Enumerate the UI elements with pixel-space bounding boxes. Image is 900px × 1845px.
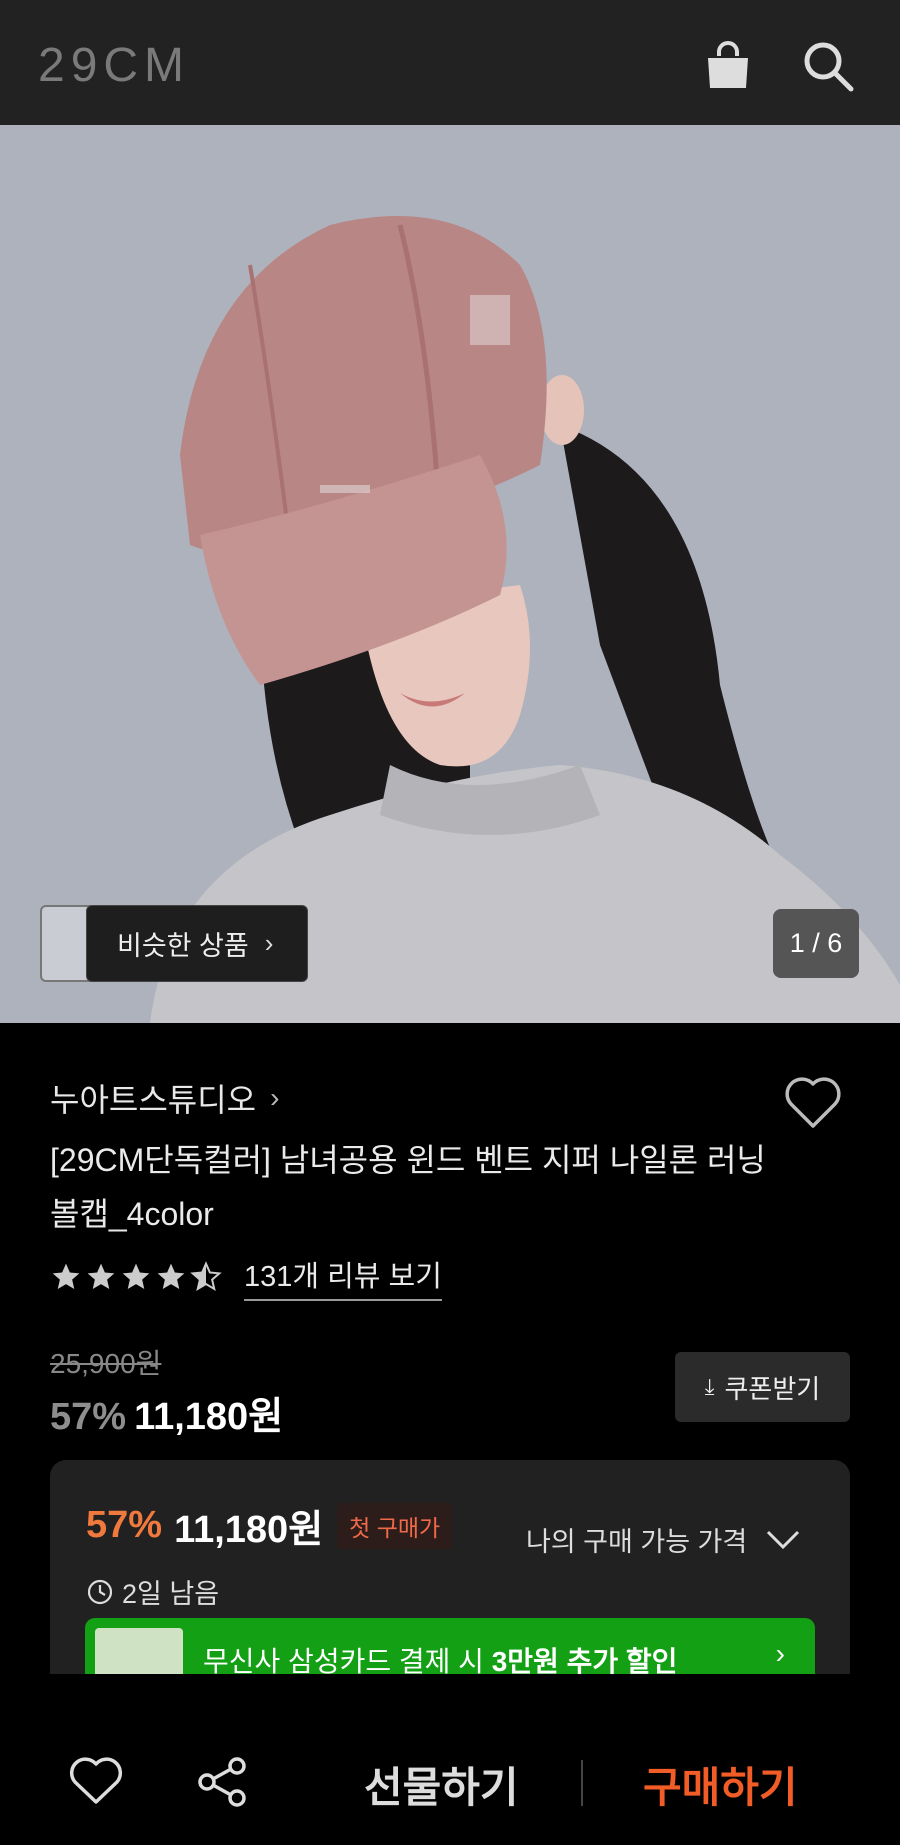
time-remaining-text: 2일 남음 bbox=[122, 1579, 220, 1609]
brand-link[interactable]: 누아트스튜디오 › bbox=[50, 1075, 279, 1121]
clock-icon bbox=[87, 1579, 113, 1604]
product-image[interactable]: 비슷한 상품 › 1 / 6 bbox=[0, 125, 900, 1023]
logo[interactable]: 29CM bbox=[38, 38, 190, 93]
chevron-down-icon bbox=[767, 1530, 800, 1549]
shopping-bag-icon[interactable] bbox=[700, 38, 756, 94]
search-icon[interactable] bbox=[800, 38, 856, 94]
promo-highlight: 3만원 추가 할인 bbox=[491, 1646, 678, 1674]
chevron-right-icon: › bbox=[270, 1082, 280, 1113]
sale-price-row: 57% 11,180원 bbox=[50, 1385, 283, 1440]
coupon-button-label: 쿠폰받기 bbox=[724, 1373, 821, 1404]
chevron-right-icon: › bbox=[264, 928, 274, 958]
promo-text: 무신사 삼성카드 결제 시 3만원 추가 할인 bbox=[203, 1640, 677, 1674]
similar-products-label: 비슷한 상품 bbox=[117, 931, 249, 961]
similar-products[interactable]: 비슷한 상품 › bbox=[40, 905, 309, 982]
card-promo-banner[interactable]: 무신사 삼성카드 결제 시 3만원 추가 할인 › bbox=[85, 1618, 815, 1674]
first-purchase-badge: 첫 구매가 bbox=[337, 1502, 453, 1549]
rating-row: 131개 리뷰 보기 bbox=[50, 1253, 442, 1301]
star-rating bbox=[50, 1261, 222, 1293]
brand-name: 누아트스튜디오 bbox=[50, 1082, 257, 1118]
half-star-icon bbox=[190, 1261, 222, 1292]
download-icon: ⤓ bbox=[704, 1374, 715, 1399]
star-icon bbox=[122, 1263, 150, 1289]
share-icon[interactable] bbox=[195, 1754, 251, 1810]
star-icon bbox=[157, 1263, 185, 1289]
top-header: 29CM bbox=[0, 0, 900, 125]
promo-thumbnail bbox=[95, 1628, 183, 1674]
gift-button[interactable]: 선물하기 bbox=[364, 1754, 519, 1815]
review-link[interactable]: 131개 리뷰 보기 bbox=[244, 1253, 442, 1301]
promo-prefix: 무신사 삼성카드 결제 시 bbox=[203, 1646, 484, 1674]
best-price-row: 57% 11,180원 첫 구매가 bbox=[86, 1498, 453, 1553]
heart-icon[interactable] bbox=[68, 1756, 124, 1806]
star-icon bbox=[52, 1263, 80, 1289]
divider bbox=[581, 1760, 583, 1806]
wishlist-heart-icon[interactable] bbox=[783, 1074, 843, 1130]
my-price-toggle[interactable]: 나의 구매 가능 가격 bbox=[526, 1520, 801, 1559]
discount-rate: 57% bbox=[50, 1396, 127, 1438]
similar-products-button[interactable]: 비슷한 상품 › bbox=[86, 905, 309, 982]
time-remaining: 2일 남음 bbox=[86, 1572, 219, 1611]
best-price-panel[interactable]: 57% 11,180원 첫 구매가 나의 구매 가능 가격 2일 남음 무신사 … bbox=[50, 1460, 850, 1674]
my-price-label: 나의 구매 가능 가격 bbox=[526, 1527, 748, 1557]
sale-price: 11,180원 bbox=[134, 1396, 284, 1438]
product-title: [29CM단독컬러] 남녀공용 윈드 벤트 지퍼 나일론 러닝 볼캡_4colo… bbox=[50, 1142, 766, 1232]
buy-button[interactable]: 구매하기 bbox=[643, 1754, 798, 1815]
chevron-right-icon: › bbox=[775, 1638, 785, 1669]
original-price: 25,900원 bbox=[50, 1348, 162, 1379]
star-icon bbox=[87, 1263, 115, 1289]
bottom-action-bar: 선물하기 구매하기 bbox=[0, 1674, 900, 1845]
best-discount-rate: 57% bbox=[86, 1504, 163, 1546]
coupon-button[interactable]: ⤓ 쿠폰받기 bbox=[675, 1352, 850, 1422]
best-price: 11,180원 bbox=[174, 1509, 324, 1551]
image-counter: 1 / 6 bbox=[773, 909, 859, 978]
product-photo-illustration bbox=[0, 125, 900, 1023]
